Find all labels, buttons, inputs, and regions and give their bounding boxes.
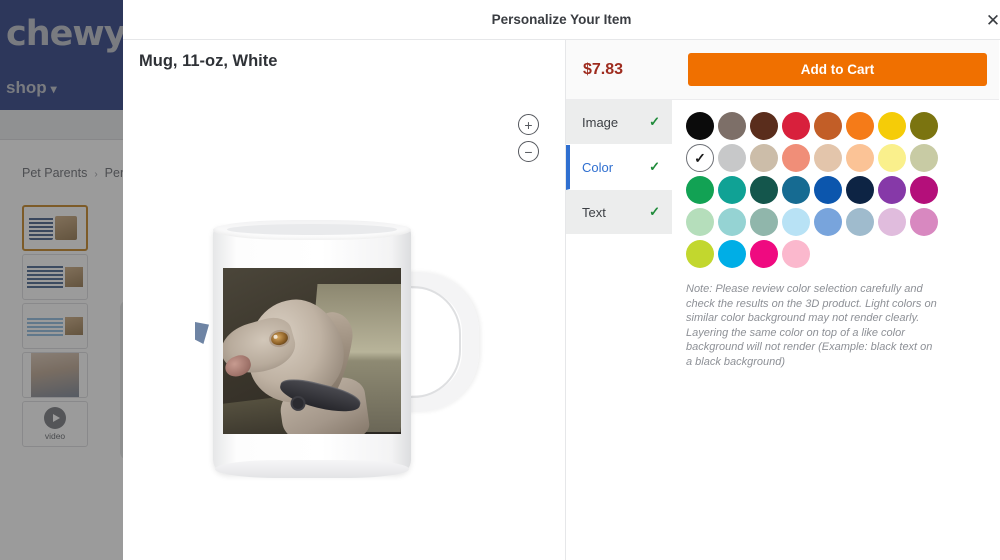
color-swatch-light-green[interactable]	[686, 208, 714, 236]
color-swatch-blue[interactable]	[814, 176, 842, 204]
mug-side-text-fragment	[195, 322, 209, 344]
color-swatch-sage-teal[interactable]	[750, 208, 778, 236]
color-swatch-lavender-pink[interactable]	[878, 208, 906, 236]
color-swatch-light-yellow[interactable]	[878, 144, 906, 172]
color-swatch-green[interactable]	[686, 176, 714, 204]
color-swatch-crimson[interactable]	[782, 112, 810, 140]
minus-circle-icon[interactable]: −	[518, 141, 539, 162]
tab-text-label: Text	[582, 204, 606, 220]
color-swatch-cyan[interactable]	[718, 240, 746, 268]
close-icon[interactable]: ✕	[982, 9, 1000, 31]
price-row: $7.83 Add to Cart	[566, 40, 999, 100]
tab-color-label: Color	[582, 159, 614, 175]
color-swatch-white[interactable]	[686, 144, 714, 172]
check-icon: ✓	[649, 159, 660, 174]
color-swatch-lime[interactable]	[686, 240, 714, 268]
tab-color[interactable]: Color ✓	[566, 145, 672, 190]
color-swatch-steel-blue[interactable]	[782, 176, 810, 204]
color-note: Note: Please review color selection care…	[686, 283, 937, 368]
uploaded-dog-photo[interactable]	[223, 268, 401, 434]
page-title: Personalize Your Item	[491, 12, 632, 27]
color-swatch-peach[interactable]	[846, 144, 874, 172]
color-swatch-warm-gray[interactable]	[718, 112, 746, 140]
options-pane: $7.83 Add to Cart Image ✓ Color ✓ Text ✓…	[566, 40, 999, 560]
color-swatch-tan[interactable]	[750, 144, 778, 172]
mug-base	[215, 460, 409, 478]
color-swatch-dark-brown[interactable]	[750, 112, 778, 140]
color-swatch-pane: Note: Please review color selection care…	[672, 100, 999, 560]
color-swatch-light-pink[interactable]	[782, 240, 810, 268]
color-swatch-light-teal[interactable]	[718, 208, 746, 236]
check-icon: ✓	[649, 114, 660, 129]
zoom-controls: + −	[518, 114, 539, 168]
mug-rim-inner	[227, 224, 397, 235]
color-swatch-pink[interactable]	[910, 208, 938, 236]
color-swatch-light-gray[interactable]	[718, 144, 746, 172]
options-row: Image ✓ Color ✓ Text ✓ ✓ Note: Please re…	[566, 100, 999, 560]
color-swatch-teal[interactable]	[718, 176, 746, 204]
color-swatch-light-sage[interactable]	[910, 144, 938, 172]
personalize-modal: Personalize Your Item ✕ Mug, 11-oz, Whit…	[123, 0, 1000, 560]
color-swatch-navy[interactable]	[846, 176, 874, 204]
color-swatch-gray-blue[interactable]	[846, 208, 874, 236]
color-swatch-hot-pink[interactable]	[750, 240, 778, 268]
color-swatch-light-blue[interactable]	[782, 208, 810, 236]
color-swatch-sienna[interactable]	[814, 112, 842, 140]
modal-body: Mug, 11-oz, White + − $7.83 Add to Cart …	[123, 40, 1000, 560]
tab-image-label: Image	[582, 114, 619, 130]
color-swatch-purple[interactable]	[878, 176, 906, 204]
mug-preview[interactable]	[123, 210, 565, 500]
color-swatch-yellow[interactable]	[878, 112, 906, 140]
tab-text[interactable]: Text ✓	[566, 190, 672, 235]
price-label: $7.83	[583, 60, 624, 78]
option-tabs: Image ✓ Color ✓ Text ✓	[566, 100, 672, 560]
modal-header: Personalize Your Item ✕	[123, 0, 1000, 40]
color-swatch-beige[interactable]	[814, 144, 842, 172]
check-icon: ✓	[649, 204, 660, 219]
tab-image[interactable]: Image ✓	[566, 100, 672, 145]
color-swatch-magenta[interactable]	[910, 176, 938, 204]
product-canvas-pane: Mug, 11-oz, White + −	[123, 40, 566, 560]
color-swatch-salmon[interactable]	[782, 144, 810, 172]
add-to-cart-button[interactable]: Add to Cart	[688, 53, 987, 86]
color-swatch-dark-teal[interactable]	[750, 176, 778, 204]
color-swatch-black[interactable]	[686, 112, 714, 140]
product-title: Mug, 11-oz, White	[139, 52, 278, 70]
color-swatch-orange[interactable]	[846, 112, 874, 140]
color-swatch-cornflower[interactable]	[814, 208, 842, 236]
color-swatch-grid	[686, 112, 938, 268]
color-swatch-olive[interactable]	[910, 112, 938, 140]
plus-circle-icon[interactable]: +	[518, 114, 539, 135]
